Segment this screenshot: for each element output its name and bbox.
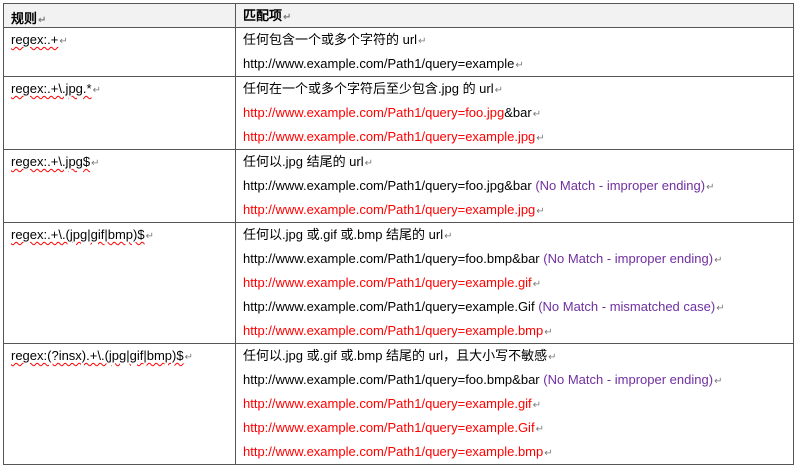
url-suffix: &bar: [504, 105, 532, 120]
table-row: regex:.+↵ 任何包含一个或多个字符的 url↵ http://www.exa…: [4, 27, 793, 76]
paragraph-mark-icon: ↵: [714, 255, 723, 266]
example-url: http://www.example.com/Path1/query=examp…: [243, 319, 793, 343]
paragraph-mark-icon: ↵: [535, 424, 544, 435]
example-url: http://www.example.com/Path1/query=examp…: [243, 198, 793, 222]
rule-cell: regex:(?insx).+\.(jpg|gif|bmp)$↵: [4, 344, 236, 464]
rule-pattern: regex:.+\.jpg.*: [11, 81, 92, 96]
url-text: http://www.example.com/Path1/query=examp…: [243, 420, 535, 435]
table-row: regex:.+\.jpg$↵ 任何以.jpg 结尾的 url↵ http://ww…: [4, 149, 793, 222]
url-text: http://www.example.com/Path1/query=examp…: [243, 275, 532, 290]
no-match-note: (No Match - improper ending): [535, 178, 706, 193]
rule-cell: regex:.+↵: [4, 28, 236, 76]
url-text: http://www.example.com/Path1/query=examp…: [243, 299, 535, 314]
paragraph-mark-icon: ↵: [444, 231, 453, 242]
rule-cell: regex:.+\.(jpg|gif|bmp)$↵: [4, 223, 236, 343]
example-url: http://www.example.com/Path1/query=examp…: [243, 416, 793, 440]
example-url: http://www.example.com/Path1/query=foo.b…: [243, 247, 793, 271]
url-text: http://www.example.com/Path1/query=examp…: [243, 202, 536, 217]
url-text: http://www.example.com/Path1/query=foo.b…: [243, 372, 540, 387]
rule-description: 任何以.jpg 结尾的 url↵: [243, 150, 793, 174]
rule-description: 任何以.jpg 或.gif 或.bmp 结尾的 url↵: [243, 223, 793, 247]
description-text: 任何在一个或多个字符后至少包含.jpg 的 url: [243, 81, 494, 96]
example-url: http://www.example.com/Path1/query=examp…: [243, 295, 793, 319]
table-row: regex:.+\.jpg.*↵ 任何在一个或多个字符后至少包含.jpg 的 ur…: [4, 76, 793, 149]
rule-description: 任何包含一个或多个字符的 url↵: [243, 28, 793, 52]
rule-pattern: regex:.+\.jpg$: [11, 154, 91, 169]
rule-pattern: regex:.+\.(jpg|gif|bmp)$: [11, 227, 145, 242]
url-text: http://www.example.com/Path1/query=foo.j…: [243, 105, 505, 120]
paragraph-mark-icon: ↵: [532, 400, 542, 411]
description-text: 任何以.jpg 或.gif 或.bmp 结尾的 url，且大小写不敏感: [243, 348, 548, 363]
no-match-note: (No Match - improper ending): [543, 372, 714, 387]
example-url: http://www.example.com/Path1/query=examp…: [243, 271, 793, 295]
paragraph-mark-icon: ↵: [364, 158, 374, 169]
paragraph-mark-icon: ↵: [536, 206, 545, 217]
paragraph-mark-icon: ↵: [418, 36, 427, 47]
url-text: http://www.example.com/Path1/query=examp…: [243, 323, 544, 338]
rule-description: 任何在一个或多个字符后至少包含.jpg 的 url↵: [243, 77, 793, 101]
regex-rules-table: 规则↵ 匹配项↵ regex:.+↵ 任何包含一个或多个字符的 url↵ http:…: [3, 3, 794, 465]
rule-cell: regex:.+\.jpg.*↵: [4, 77, 236, 149]
paragraph-mark-icon: ↵: [716, 303, 725, 314]
example-url: http://www.example.com/Path1/query=foo.b…: [243, 368, 793, 392]
match-cell: 任何在一个或多个字符后至少包含.jpg 的 url↵ http://www.exa…: [236, 77, 793, 149]
paragraph-mark-icon: ↵: [532, 279, 542, 290]
paragraph-mark-icon: ↵: [706, 182, 715, 193]
description-text: 任何包含一个或多个字符的 url: [243, 32, 418, 47]
paragraph-mark-icon: ↵: [548, 352, 557, 363]
paragraph-mark-icon: ↵: [494, 85, 504, 96]
paragraph-mark-icon: ↵: [544, 327, 553, 338]
paragraph-mark-icon: ↵: [91, 158, 100, 169]
description-text: 任何以.jpg 结尾的 url: [243, 154, 364, 169]
url-text: http://www.example.com/Path1/query=foo.b…: [243, 251, 540, 266]
description-text: 任何以.jpg 或.gif 或.bmp 结尾的 url: [243, 227, 444, 242]
paragraph-mark-icon: ↵: [184, 352, 193, 363]
paragraph-mark-icon: ↵: [145, 231, 154, 242]
url-text: http://www.example.com/Path1/query=examp…: [243, 129, 536, 144]
rule-pattern: regex:(?insx).+\.(jpg|gif|bmp)$: [11, 348, 184, 363]
rule-pattern: regex:.+: [11, 32, 59, 47]
example-url: http://www.example.com/Path1/query=foo.j…: [243, 101, 793, 125]
example-url: http://www.example.com/Path1/query=examp…: [243, 440, 793, 464]
match-cell: 任何包含一个或多个字符的 url↵ http://www.example.com/…: [236, 28, 793, 76]
paragraph-mark-icon: ↵: [536, 133, 545, 144]
example-url: http://www.example.com/Path1/query=examp…: [243, 52, 793, 76]
url-text: http://www.example.com/Path1/query=examp…: [243, 396, 532, 411]
table-row: regex:.+\.(jpg|gif|bmp)$↵ 任何以.jpg 或.gif 或…: [4, 222, 793, 343]
rule-description: 任何以.jpg 或.gif 或.bmp 结尾的 url，且大小写不敏感↵: [243, 344, 793, 368]
url-text: http://www.example.com/Path1/query=foo.j…: [243, 178, 532, 193]
table-body: regex:.+↵ 任何包含一个或多个字符的 url↵ http://www.exa…: [4, 27, 793, 464]
paragraph-mark-icon: ↵: [714, 376, 723, 387]
paragraph-mark-icon: ↵: [92, 85, 101, 96]
paragraph-mark-icon: ↵: [532, 109, 542, 120]
paragraph-mark-icon: ↵: [59, 36, 68, 47]
match-cell: 任何以.jpg 或.gif 或.bmp 结尾的 url，且大小写不敏感↵ http…: [236, 344, 793, 464]
table-header-row: 规则↵ 匹配项↵: [4, 4, 793, 27]
header-rule: 规则↵: [4, 4, 236, 27]
rule-cell: regex:.+\.jpg$↵: [4, 150, 236, 222]
no-match-note: (No Match - improper ending): [543, 251, 714, 266]
table-row: regex:(?insx).+\.(jpg|gif|bmp)$↵ 任何以.jpg …: [4, 343, 793, 464]
match-cell: 任何以.jpg 或.gif 或.bmp 结尾的 url↵ http://www.e…: [236, 223, 793, 343]
paragraph-mark-icon: ↵: [515, 60, 524, 71]
match-cell: 任何以.jpg 结尾的 url↵ http://www.example.com/P…: [236, 150, 793, 222]
url-text: http://www.example.com/Path1/query=examp…: [243, 56, 515, 71]
no-match-note: (No Match - mismatched case): [538, 299, 716, 314]
header-match: 匹配项↵: [243, 8, 292, 23]
example-url: http://www.example.com/Path1/query=examp…: [243, 125, 793, 149]
example-url: http://www.example.com/Path1/query=examp…: [243, 392, 793, 416]
paragraph-mark-icon: ↵: [544, 448, 553, 459]
example-url: http://www.example.com/Path1/query=foo.j…: [243, 174, 793, 198]
